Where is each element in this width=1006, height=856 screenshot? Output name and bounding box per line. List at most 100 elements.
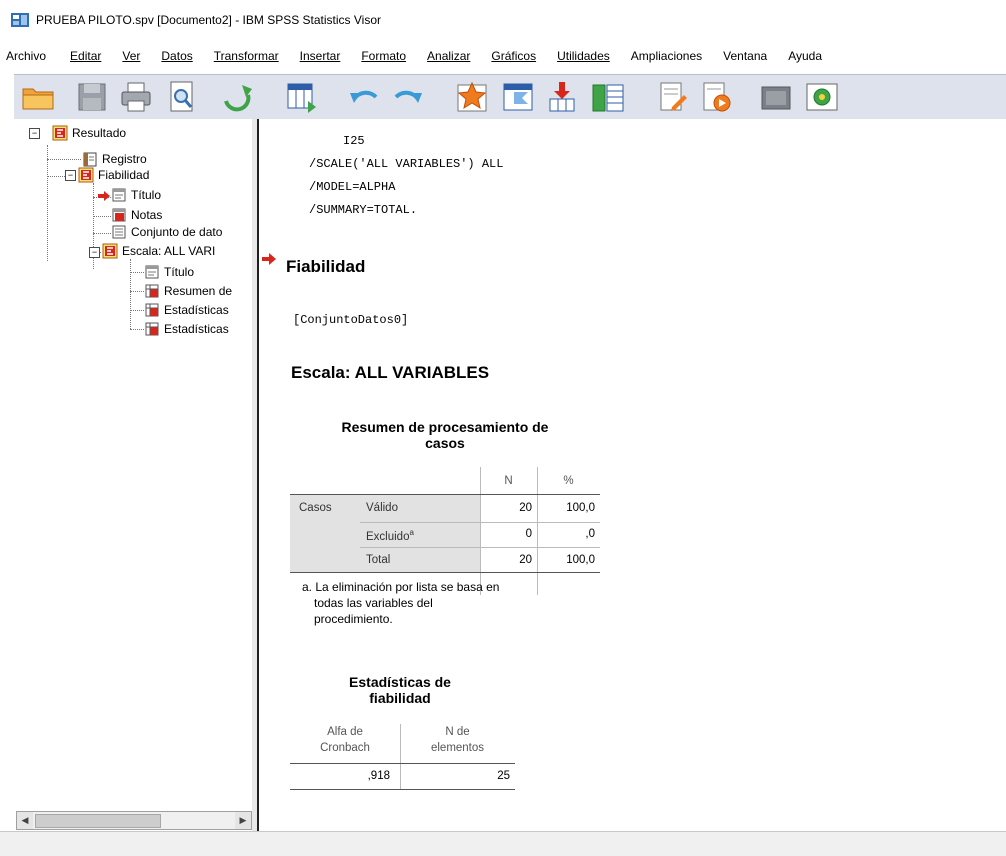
log-book-icon: [83, 152, 97, 167]
column-header-pct: %: [563, 475, 574, 487]
case-processing-table[interactable]: Resumen de procesamiento de casos N % Ca…: [290, 419, 600, 639]
create-edit-icon[interactable]: [654, 79, 690, 115]
menu-graficos[interactable]: Gráficos: [491, 49, 536, 63]
notes-icon: [112, 208, 126, 222]
undo-icon[interactable]: [346, 79, 382, 115]
menu-datos[interactable]: Datos: [161, 49, 192, 63]
syntax-line: I25: [343, 134, 365, 148]
cell-valido-n: 20: [519, 502, 532, 514]
table-rule: [360, 547, 600, 548]
output-log-icon: [52, 125, 68, 141]
spss-app-icon: [11, 13, 29, 27]
cell-total-pct: 100,0: [566, 554, 595, 566]
pane-splitter[interactable]: [252, 119, 259, 831]
outline-horizontal-scrollbar[interactable]: ◀ ▶: [16, 811, 252, 830]
row-label-excluido: Excluidoa: [366, 528, 414, 543]
redo-icon[interactable]: [390, 79, 426, 115]
toolbar: [14, 74, 1006, 120]
tree-item-titulo-escala[interactable]: Título: [144, 264, 194, 280]
tree-line: [130, 272, 144, 273]
tree-item-estadisticas[interactable]: Estadísticas: [144, 321, 229, 337]
scroll-left-icon[interactable]: ◀: [17, 812, 33, 829]
export-icon[interactable]: [220, 79, 256, 115]
collapse-toggle[interactable]: −: [89, 247, 100, 258]
collapse-toggle[interactable]: −: [65, 170, 76, 181]
title-bar: PRUEBA PILOTO.spv [Documento2] - IBM SPS…: [0, 0, 1006, 40]
hide-icon[interactable]: [758, 79, 794, 115]
reliability-statistics-table[interactable]: Estadísticas de fiabilidad Alfa de Cronb…: [290, 674, 520, 794]
menu-transformar[interactable]: Transformar: [214, 49, 279, 63]
menu-insertar[interactable]: Insertar: [300, 49, 341, 63]
window-title: PRUEBA PILOTO.spv [Documento2] - IBM SPS…: [36, 13, 382, 27]
tree-item-label: Notas: [131, 208, 163, 222]
column-header-alpha: Alfa de Cronbach: [320, 726, 370, 754]
tree-item-label: Escala: ALL VARI: [122, 244, 216, 258]
print-icon[interactable]: [118, 79, 154, 115]
open-icon[interactable]: [20, 79, 56, 115]
tree-item-label: Estadísticas: [164, 303, 229, 317]
current-item-arrow-icon: [262, 253, 276, 265]
goto-variable-icon[interactable]: [500, 79, 536, 115]
menu-formato[interactable]: Formato: [361, 49, 406, 63]
tree-item-titulo[interactable]: Título: [111, 187, 161, 203]
scale-heading: Escala: ALL VARIABLES: [291, 363, 490, 382]
data-editor-icon[interactable]: [284, 79, 320, 115]
text-output-icon: [112, 225, 126, 239]
menu-editar[interactable]: Editar: [70, 49, 101, 63]
insert-output-icon[interactable]: [544, 79, 580, 115]
menu-analizar[interactable]: Analizar: [427, 49, 470, 63]
table-title: Estadísticas de fiabilidad: [349, 674, 451, 706]
tree-line: [93, 233, 111, 234]
output-log-icon: [78, 167, 94, 183]
tree-item-resultado[interactable]: Resultado: [52, 125, 126, 141]
menu-utilidades[interactable]: Utilidades: [557, 49, 610, 63]
script-icon[interactable]: [698, 79, 734, 115]
tree-item-label: Conjunto de dato: [131, 225, 223, 239]
tree-line: [93, 216, 111, 217]
tree-item-label: Resumen de: [164, 284, 233, 298]
save-icon[interactable]: [74, 79, 110, 115]
designate-window-icon[interactable]: [804, 79, 840, 115]
output-content-pane: I25 /SCALE('ALL VARIABLES') ALL /MODEL=A…: [259, 119, 1006, 831]
cell-total-n: 20: [519, 554, 532, 566]
row-label-total: Total: [366, 554, 391, 566]
syntax-line: /SCALE('ALL VARIABLES') ALL: [309, 157, 504, 171]
tree-item-resumen[interactable]: Resumen de: [144, 283, 232, 299]
tree-item-label: Estadísticas: [164, 322, 229, 336]
tree-item-notas[interactable]: Notas: [111, 207, 162, 223]
collapse-toggle[interactable]: −: [29, 128, 40, 139]
syntax-line: /SUMMARY=TOTAL.: [309, 203, 418, 217]
menu-ampliaciones[interactable]: Ampliaciones: [631, 49, 702, 63]
scroll-right-icon[interactable]: ▶: [235, 812, 251, 829]
tree-item-label: Resultado: [72, 126, 127, 140]
tree-line: [130, 310, 144, 311]
cell-excluido-pct: ,0: [585, 528, 595, 540]
tree-item-fiabilidad[interactable]: Fiabilidad: [78, 167, 149, 183]
row-label-valido: Válido: [366, 502, 398, 514]
pivot-table-icon: [145, 284, 159, 298]
syntax-line: /MODEL=ALPHA: [309, 180, 396, 194]
tree-line: [130, 259, 131, 329]
cell-valido-pct: 100,0: [566, 502, 595, 514]
column-header-n: N: [504, 475, 513, 487]
tree-item-label: Registro: [102, 152, 147, 166]
scroll-thumb[interactable]: [35, 814, 161, 828]
cell-n-items-value: 25: [497, 770, 510, 782]
menu-archivo[interactable]: Archivo: [6, 49, 46, 63]
menu-ventana[interactable]: Ventana: [723, 49, 767, 63]
section-heading: Fiabilidad: [286, 257, 366, 276]
table-rule: [290, 789, 515, 790]
table-title: Resumen de procesamiento de casos: [341, 419, 549, 451]
print-preview-icon[interactable]: [164, 79, 200, 115]
tree-item-estadisticas[interactable]: Estadísticas: [144, 302, 229, 318]
cell-excluido-n: 0: [525, 528, 532, 540]
status-bar: [0, 831, 1006, 856]
tree-item-registro[interactable]: Registro: [82, 151, 147, 167]
tree-item-escala[interactable]: Escala: ALL VARI: [102, 243, 215, 259]
menu-ayuda[interactable]: Ayuda: [788, 49, 822, 63]
tree-item-conjunto[interactable]: Conjunto de dato: [111, 224, 222, 240]
menu-ver[interactable]: Ver: [122, 49, 140, 63]
variables-icon[interactable]: [590, 79, 626, 115]
goto-case-icon[interactable]: [454, 79, 490, 115]
title-icon: [112, 188, 126, 202]
